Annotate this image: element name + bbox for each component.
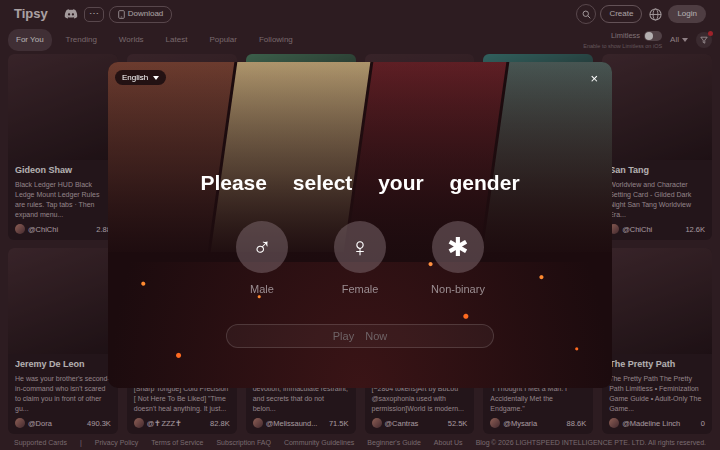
modal-backdrop: English × Please select your gender ♂ Mal… [0, 0, 720, 450]
gender-modal: English × Please select your gender ♂ Mal… [108, 62, 612, 388]
close-button[interactable]: × [584, 70, 604, 87]
gender-icon: ♀ [334, 221, 386, 273]
caret-icon [153, 76, 159, 80]
gender-label: Male [250, 283, 274, 296]
modal-heading: Please select your gender [108, 170, 612, 196]
gender-option[interactable]: ♂ Male [213, 221, 311, 296]
gender-option[interactable]: ✱ Non-binary [409, 221, 507, 296]
language-label: English [122, 72, 148, 84]
gender-label: Non-binary [431, 283, 485, 296]
language-select[interactable]: English [115, 70, 166, 85]
play-button[interactable]: Play Now [226, 324, 494, 348]
gender-icon: ♂ [236, 221, 288, 273]
gender-option[interactable]: ♀ Female [311, 221, 409, 296]
gender-options: ♂ Male ♀ Female ✱ Non-binary [108, 221, 612, 296]
gender-icon: ✱ [432, 221, 484, 273]
gender-label: Female [342, 283, 379, 296]
